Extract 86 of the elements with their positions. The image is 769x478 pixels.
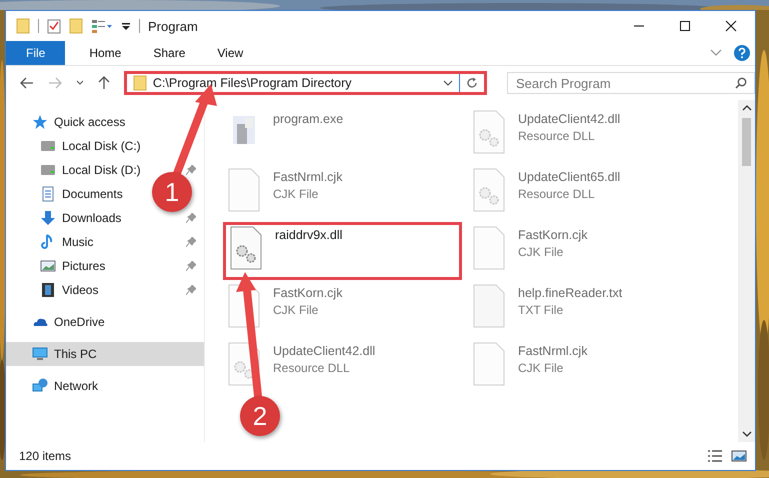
file-type: Resource DLL (518, 187, 596, 201)
refresh-icon[interactable] (466, 77, 478, 89)
file-icon (227, 168, 261, 212)
nav-item[interactable]: Local Disk (D:) (6, 158, 145, 182)
pin-icon[interactable] (186, 237, 196, 247)
file-item[interactable]: help.fineReader.txt TXT File (468, 280, 732, 338)
nav-item[interactable]: Documents (6, 182, 127, 206)
file-name: UpdateClient42.dll (518, 112, 620, 126)
file-name: FastKorn.cjk (273, 286, 342, 300)
file-type: TXT File (518, 303, 564, 317)
file-name: UpdateClient42.dll (273, 344, 376, 358)
view-menu-icon[interactable] (91, 18, 113, 34)
dropdown-icon[interactable] (121, 20, 131, 32)
ribbon-tab[interactable]: Home (75, 41, 136, 65)
file-name: program.exe (273, 112, 344, 126)
nav-item[interactable]: Network (6, 374, 102, 398)
window-title: Program (148, 18, 198, 34)
pin-icon[interactable] (186, 165, 196, 175)
file-name: FastKorn.cjk (518, 228, 588, 242)
pin-icon[interactable] (186, 261, 196, 271)
scroll-down-icon[interactable] (742, 430, 752, 438)
ribbon-tab[interactable]: Share (139, 41, 200, 65)
help-icon[interactable] (734, 45, 750, 61)
file-type: CJK File (518, 245, 564, 259)
chevron-down-icon[interactable] (76, 80, 84, 86)
videos-icon (40, 282, 56, 298)
file-icon (472, 342, 506, 386)
download-icon (40, 210, 56, 226)
file-item[interactable]: UpdateClient42.dll Resource DLL (223, 338, 462, 396)
ribbon-tab[interactable]: View (203, 41, 258, 65)
address-bar[interactable]: C:\Program Files\Program Directory (124, 71, 488, 95)
ribbon-tab[interactable]: File (6, 41, 66, 65)
nav-item[interactable]: Local Disk (C:) (6, 134, 145, 158)
file-item[interactable]: program.exe (223, 106, 462, 164)
pin-icon[interactable] (186, 213, 196, 223)
chevron-down-icon[interactable] (443, 80, 454, 86)
drive-icon (40, 138, 56, 154)
file-type: Resource DLL (518, 129, 596, 143)
file-type: CJK File (518, 361, 564, 375)
item-count: 120 items (19, 449, 72, 463)
file-item[interactable]: FastNrml.cjk CJK File (468, 338, 732, 396)
chevron-icon[interactable] (710, 49, 722, 57)
details-view-icon[interactable] (707, 449, 723, 463)
folder-icon (132, 75, 147, 91)
nav-item[interactable]: Pictures (6, 254, 110, 278)
nav-item[interactable]: OneDrive (6, 310, 109, 334)
file-item[interactable]: FastNrml.cjk CJK File (223, 164, 462, 222)
drive-icon (40, 162, 56, 178)
close-icon[interactable] (725, 20, 737, 32)
nav-item[interactable]: Music (6, 230, 98, 254)
up-arrow-icon[interactable] (98, 76, 110, 90)
gear-file-icon (227, 342, 261, 386)
thumbnail-view-icon[interactable] (731, 449, 747, 463)
pictures-icon (40, 258, 56, 274)
file-item[interactable]: raiddrv9x.dll (223, 222, 462, 280)
gear-file-icon (472, 168, 506, 212)
file-name: help.fineReader.txt (518, 286, 622, 300)
nav-item[interactable]: This PC (6, 342, 204, 366)
file-type: Resource DLL (273, 361, 351, 375)
file-icon (472, 226, 506, 270)
file-name: FastNrml.cjk (518, 344, 588, 358)
pc-icon (32, 346, 48, 362)
nav-item[interactable]: Quick access (6, 110, 130, 134)
scroll-up-icon[interactable] (742, 104, 752, 112)
file-item[interactable]: UpdateClient65.dll Resource DLL (468, 164, 732, 222)
back-arrow-icon[interactable] (20, 77, 34, 89)
scrollbar-thumb[interactable] (742, 118, 751, 166)
file-name: FastNrml.cjk (273, 170, 342, 184)
pin-icon[interactable] (186, 285, 196, 295)
file-name: UpdateClient65.dll (518, 170, 620, 184)
gear-file-icon (229, 226, 263, 270)
file-item[interactable]: UpdateClient42.dll Resource DLL (468, 106, 732, 164)
search-icon (735, 77, 748, 89)
document-icon (40, 186, 56, 202)
nav-item[interactable]: Videos (6, 278, 102, 302)
star-icon (32, 114, 48, 130)
file-icon (472, 284, 506, 328)
search-field[interactable]: Search Program (507, 72, 756, 94)
network-icon (32, 378, 48, 394)
nav-item[interactable]: Downloads (6, 206, 126, 230)
file-item[interactable]: FastKorn.cjk CJK File (468, 222, 732, 280)
maximize-icon[interactable] (679, 20, 691, 32)
gear-file-icon (472, 110, 506, 154)
file-type: CJK File (273, 187, 320, 201)
file-name: raiddrv9x.dll (275, 228, 342, 242)
file-type: CJK File (273, 303, 320, 317)
